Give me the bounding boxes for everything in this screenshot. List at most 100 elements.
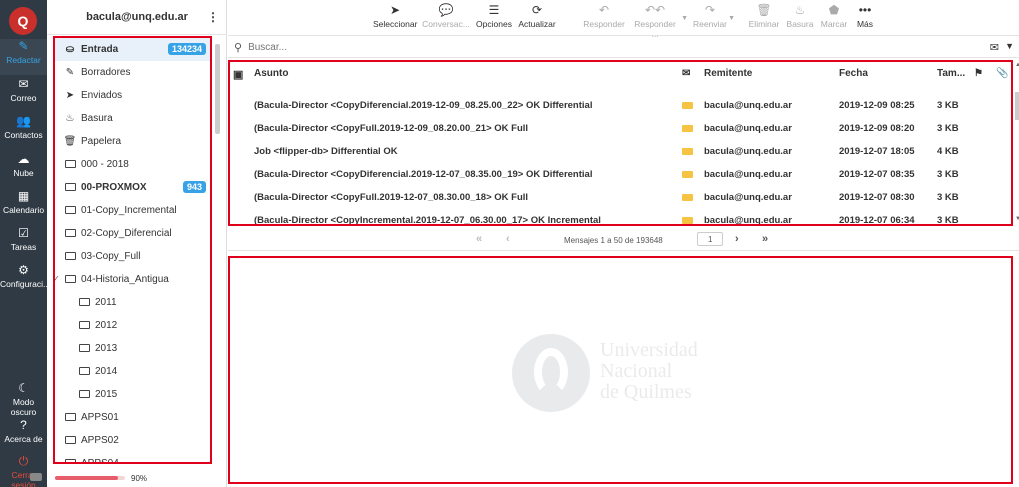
unread-envelope-icon[interactable] <box>682 171 693 178</box>
folder-list: ⛀ Entrada 134234 ✎ Borradores ➤ Enviados ♨ Basur… <box>53 36 212 464</box>
cursor-icon: ➤ <box>389 3 401 17</box>
nav-settings-button[interactable]: ⚙ Configuraci... <box>0 263 50 299</box>
expand-caret-icon[interactable]: ✓ <box>55 274 60 283</box>
reply-all-button[interactable]: ↶↶ Responder ... ▼ <box>630 3 688 39</box>
inbox-icon: ⛀ <box>65 44 75 55</box>
folder-item[interactable]: 2014 <box>55 360 210 383</box>
folder-item[interactable]: ♨ Basura <box>55 107 210 130</box>
junk-button[interactable]: ♨ Basura <box>785 3 815 33</box>
unread-envelope-icon[interactable] <box>682 194 693 201</box>
nav-calendar-button[interactable]: ▦ Calendario <box>0 189 47 225</box>
folder-label: 00-PROXMOX <box>81 182 147 193</box>
mark-label: Marcar <box>820 19 848 29</box>
scroll-up-icon[interactable]: ▲ <box>1015 62 1019 68</box>
folder-scrollbar[interactable] <box>215 44 220 134</box>
folder-icon <box>63 458 77 462</box>
select-button[interactable]: ➤ Seleccionar <box>373 3 417 33</box>
column-date[interactable]: Fecha <box>839 68 868 79</box>
dark-mode-button[interactable]: ☾ Modo oscuro <box>0 381 47 417</box>
message-subject: Job <flipper-db> Differential OK <box>254 146 398 157</box>
nav-compose-button[interactable]: ✎ Redactar <box>0 39 47 75</box>
folder-item[interactable]: APPS04 <box>55 452 210 462</box>
folder-item[interactable]: ✎ Borradores <box>55 61 210 84</box>
chevron-down-icon[interactable]: ▼ <box>728 15 735 22</box>
list-options-icon[interactable]: ▣ <box>233 68 243 81</box>
message-row[interactable]: (Bacula-Director <CopyDiferencial.2019-1… <box>230 94 1011 117</box>
chevron-down-icon[interactable]: ▼ <box>1005 41 1014 51</box>
message-row[interactable]: (Bacula-Director <CopyDiferencial.2019-1… <box>230 163 1011 186</box>
folder-item[interactable]: APPS01 <box>55 406 210 429</box>
mark-button[interactable]: ⬟ Marcar <box>819 3 849 33</box>
account-menu-icon[interactable]: ⋮ <box>207 10 219 24</box>
university-seal-icon <box>512 334 590 412</box>
tag-icon: ⬟ <box>828 3 840 17</box>
folder-pane: bacula@unq.edu.ar ⋮ ⛀ Entrada 134234 ✎ Borra… <box>47 0 227 487</box>
folder-item[interactable]: 02-Copy_Diferencial <box>55 222 210 245</box>
message-from: bacula@unq.edu.ar <box>704 215 792 226</box>
folder-label: 2011 <box>95 297 117 308</box>
first-page-icon[interactable]: « <box>476 233 482 245</box>
search-scope-envelope-icon[interactable]: ✉ <box>990 41 999 54</box>
nav-tasks-button[interactable]: ☑ Tareas <box>0 226 47 262</box>
about-label: Acerca de <box>4 434 43 444</box>
search-input[interactable] <box>248 41 849 53</box>
message-row[interactable]: Job <flipper-db> Differential OK bacula@u… <box>230 140 1011 163</box>
message-row[interactable]: (Bacula-Director <CopyIncremental.2019-1… <box>230 209 1011 226</box>
about-button[interactable]: ? Acerca de <box>0 418 47 454</box>
folder-icon <box>77 366 91 377</box>
watermark-text: Universidad Nacional de Quilmes <box>600 339 698 403</box>
message-row[interactable]: (Bacula-Director <CopyFull.2019-12-07_08… <box>230 186 1011 209</box>
page-number-input[interactable]: 1 <box>697 232 723 246</box>
unread-envelope-icon[interactable] <box>682 148 693 155</box>
folder-item[interactable]: 2013 <box>55 337 210 360</box>
nav-mail-button[interactable]: ✉ Correo <box>0 77 47 113</box>
gear-icon: ⚙ <box>18 263 29 277</box>
refresh-icon: ⟳ <box>531 3 543 17</box>
account-header: bacula@unq.edu.ar ⋮ <box>47 0 227 35</box>
folder-item[interactable]: 01-Copy_Incremental <box>55 199 210 222</box>
folder-item[interactable]: 03-Copy_Full <box>55 245 210 268</box>
folder-item[interactable]: ➤ Enviados <box>55 84 210 107</box>
folder-icon <box>63 182 77 193</box>
nav-cloud-button[interactable]: ☁ Nube <box>0 152 47 188</box>
delete-button[interactable]: 🗑 Eliminar <box>747 3 781 33</box>
folder-item[interactable]: ⛀ Entrada 134234 <box>55 38 210 61</box>
refresh-button[interactable]: ⟳ Actualizar <box>518 3 556 33</box>
folder-item[interactable]: 00-PROXMOX 943 <box>55 176 210 199</box>
last-page-icon[interactable]: » <box>762 233 768 245</box>
send-icon: ➤ <box>65 90 75 101</box>
prev-page-icon[interactable]: ‹ <box>506 233 510 245</box>
column-size[interactable]: Tam... <box>937 68 965 79</box>
column-from[interactable]: Remitente <box>704 68 752 79</box>
column-subject[interactable]: Asunto <box>254 68 288 79</box>
reply-button[interactable]: ↶ Responder <box>583 3 625 33</box>
folder-item[interactable]: ✓ 04-Historia_Antigua <box>55 268 210 291</box>
options-button[interactable]: ☰ Opciones <box>476 3 512 33</box>
nav-contacts-button[interactable]: 👥 Contactos <box>0 114 47 150</box>
scroll-down-icon[interactable]: ▼ <box>1015 216 1019 222</box>
folder-item[interactable]: 2011 <box>55 291 210 314</box>
scroll-thumb[interactable] <box>1015 92 1019 120</box>
threads-button[interactable]: 💬 Conversac... <box>422 3 470 33</box>
folder-item[interactable]: 2012 <box>55 314 210 337</box>
folder-item[interactable]: 🗑 Papelera <box>55 130 210 153</box>
folder-item[interactable]: 000 - 2018 <box>55 153 210 176</box>
unread-envelope-icon[interactable] <box>682 217 693 224</box>
chevron-down-icon[interactable]: ▼ <box>681 15 688 22</box>
message-date: 2019-12-09 08:25 <box>839 100 915 111</box>
unread-count-badge: 134234 <box>167 43 206 55</box>
message-list-scrollbar[interactable]: ▲ ▼ <box>1015 60 1019 226</box>
message-date: 2019-12-07 06:34 <box>839 215 915 226</box>
unread-envelope-icon[interactable] <box>682 102 693 109</box>
unread-envelope-icon[interactable] <box>682 125 693 132</box>
next-page-icon[interactable]: › <box>735 233 739 245</box>
more-button[interactable]: ••• Más <box>853 3 877 33</box>
folder-item[interactable]: APPS02 <box>55 429 210 452</box>
forward-button[interactable]: ↷ Reenviar ▼ <box>693 3 735 33</box>
delete-label: Eliminar <box>748 19 780 29</box>
account-email: bacula@unq.edu.ar <box>86 11 188 23</box>
junk-label: Basura <box>786 19 814 29</box>
folder-item[interactable]: 2015 <box>55 383 210 406</box>
power-icon: ⏻ <box>18 454 29 468</box>
message-row[interactable]: (Bacula-Director <CopyFull.2019-12-09_08… <box>230 117 1011 140</box>
